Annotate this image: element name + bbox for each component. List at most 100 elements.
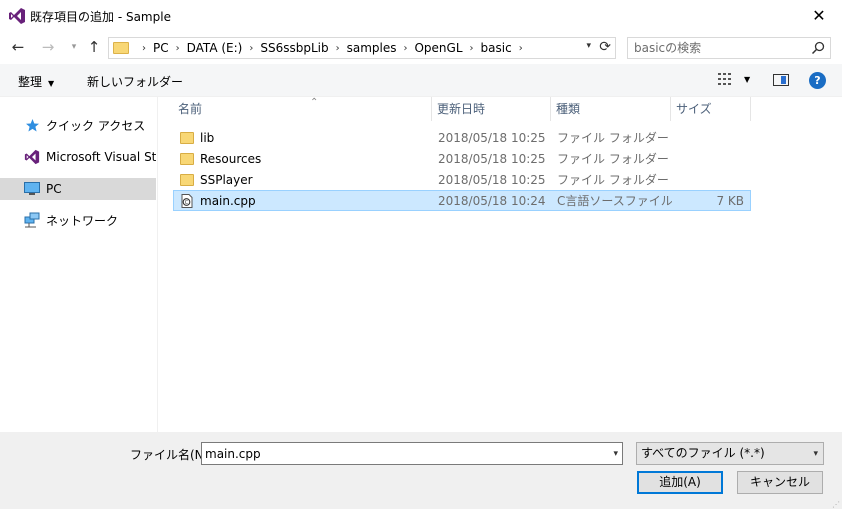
chevron-down-icon: ▼ <box>48 79 55 88</box>
preview-pane-button[interactable] <box>773 74 789 86</box>
filename-combobox[interactable]: ▾ <box>201 442 623 465</box>
recent-locations-button[interactable]: ▾ <box>64 37 84 57</box>
resize-grip-icon[interactable]: ⋰ <box>832 501 840 509</box>
visual-studio-icon <box>9 8 25 24</box>
chevron-down-icon: ▼ <box>744 74 751 84</box>
breadcrumb-opengl[interactable]: OpenGL <box>414 41 462 55</box>
chevron-right-icon[interactable]: › <box>142 43 146 54</box>
search-box[interactable] <box>627 37 831 59</box>
folder-icon <box>180 131 194 144</box>
file-type: C言語ソースファイル <box>557 194 672 208</box>
column-label: 種類 <box>556 102 581 116</box>
column-header-row: ⌃ 名前 更新日時 種類 サイズ <box>173 97 751 121</box>
breadcrumb-pc[interactable]: PC <box>153 41 169 55</box>
file-date: 2018/05/18 10:24 <box>438 193 546 208</box>
filetype-value: すべてのファイル (*.*) <box>641 446 765 460</box>
breadcrumb-samples[interactable]: samples <box>347 41 397 55</box>
network-icon <box>24 212 40 228</box>
filename-input[interactable] <box>202 443 597 464</box>
help-icon[interactable]: ? <box>809 72 826 89</box>
search-icon[interactable] <box>811 41 825 55</box>
computer-icon <box>24 181 40 197</box>
new-folder-label: 新しいフォルダー <box>87 75 184 89</box>
file-name-cell: SSPlayer <box>174 173 433 187</box>
navigation-pane: クイック アクセス Microsoft Visual Studio PC ネット… <box>0 97 158 432</box>
visual-studio-icon <box>24 149 40 165</box>
navigation-bar: ← → ▾ ↑ › PC › DATA (E:) › SS6ssbpLib › … <box>0 31 842 64</box>
cancel-button[interactable]: キャンセル <box>737 471 823 494</box>
command-toolbar: 整理 ▼ 新しいフォルダー ▼ ? <box>0 64 842 97</box>
file-type: ファイル フォルダー <box>557 173 669 187</box>
breadcrumb-basic[interactable]: basic <box>481 41 512 55</box>
organize-label: 整理 <box>18 75 43 89</box>
chevron-right-icon[interactable]: › <box>249 43 253 54</box>
file-name: Resources <box>200 151 262 166</box>
search-input[interactable] <box>634 38 804 58</box>
close-icon: ✕ <box>812 6 826 25</box>
back-button[interactable]: ← <box>8 37 28 57</box>
sidebar-item-label: PC <box>46 182 62 196</box>
close-button[interactable]: ✕ <box>796 0 842 31</box>
sidebar-item-label: ネットワーク <box>46 213 119 228</box>
chevron-down-icon: ▾ <box>813 449 818 459</box>
star-icon <box>24 117 40 133</box>
column-header-size[interactable]: サイズ <box>671 97 751 121</box>
up-button[interactable]: ↑ <box>84 37 104 57</box>
file-name-cell: lib <box>174 131 433 145</box>
filetype-select[interactable]: すべてのファイル (*.*) ▾ <box>636 442 824 465</box>
chevron-down-icon: ▾ <box>71 42 77 52</box>
cpp-file-icon: C <box>181 193 193 208</box>
breadcrumb-drive[interactable]: DATA (E:) <box>187 41 243 55</box>
sort-ascending-icon: ⌃ <box>310 97 319 108</box>
file-name: SSPlayer <box>200 172 253 187</box>
file-row[interactable]: SSPlayer 2018/05/18 10:25 ファイル フォルダー <box>173 169 751 190</box>
file-name: main.cpp <box>200 193 256 208</box>
file-date: 2018/05/18 10:25 <box>438 151 546 166</box>
chevron-right-icon[interactable]: › <box>519 43 523 54</box>
refresh-icon[interactable]: ⟳ <box>599 39 611 55</box>
column-label: 名前 <box>178 102 203 116</box>
file-name: lib <box>200 130 215 145</box>
file-type: ファイル フォルダー <box>557 152 669 166</box>
arrow-up-icon: ↑ <box>87 38 101 56</box>
arrow-left-icon: ← <box>11 38 25 56</box>
file-date: 2018/05/18 10:25 <box>438 130 546 145</box>
sidebar-item-network[interactable]: ネットワーク <box>0 209 156 231</box>
svg-text:C: C <box>185 199 189 205</box>
file-name-cell: C main.cpp <box>174 193 433 208</box>
chevron-right-icon[interactable]: › <box>336 43 340 54</box>
details-view-icon <box>718 73 731 85</box>
column-header-name[interactable]: ⌃ 名前 <box>173 97 432 121</box>
folder-icon <box>180 173 194 186</box>
sidebar-item-quick-access[interactable]: クイック アクセス <box>0 114 156 136</box>
breadcrumb-ss6ssbplib[interactable]: SS6ssbpLib <box>260 41 328 55</box>
chevron-down-icon[interactable]: ▾ <box>613 449 618 459</box>
organize-button[interactable]: 整理 ▼ <box>18 73 54 90</box>
add-button[interactable]: 追加(A) <box>637 471 723 494</box>
file-row-selected[interactable]: C main.cpp 2018/05/18 10:24 C言語ソースファイル 7… <box>173 190 751 211</box>
address-bar[interactable]: › PC › DATA (E:) › SS6ssbpLib › samples … <box>108 37 616 59</box>
folder-icon <box>180 152 194 165</box>
new-folder-button[interactable]: 新しいフォルダー <box>87 73 183 90</box>
file-size: 7 KB <box>716 193 744 208</box>
column-header-date[interactable]: 更新日時 <box>432 97 551 121</box>
file-name-cell: Resources <box>174 152 433 166</box>
folder-icon <box>113 42 129 54</box>
column-label: サイズ <box>676 102 712 116</box>
chevron-right-icon[interactable]: › <box>403 43 407 54</box>
forward-button[interactable]: → <box>38 37 58 57</box>
file-row[interactable]: Resources 2018/05/18 10:25 ファイル フォルダー <box>173 148 751 169</box>
dialog-footer: ファイル名(N): ▾ すべてのファイル (*.*) ▾ 追加(A) キャンセル… <box>0 432 842 509</box>
chevron-right-icon[interactable]: › <box>470 43 474 54</box>
file-row[interactable]: lib 2018/05/18 10:25 ファイル フォルダー <box>173 127 751 148</box>
sidebar-item-pc[interactable]: PC <box>0 178 156 200</box>
sidebar-item-visual-studio[interactable]: Microsoft Visual Studio <box>0 146 156 168</box>
chevron-right-icon[interactable]: › <box>176 43 180 54</box>
change-view-button[interactable]: ▼ <box>718 73 750 85</box>
file-date: 2018/05/18 10:25 <box>438 172 546 187</box>
file-list: ⌃ 名前 更新日時 種類 サイズ lib 2018/05/18 10:25 ファ… <box>159 97 842 432</box>
sidebar-item-label: Microsoft Visual Studio <box>46 150 156 164</box>
chevron-down-icon[interactable]: ▾ <box>586 41 591 51</box>
column-header-type[interactable]: 種類 <box>551 97 671 121</box>
file-rows: lib 2018/05/18 10:25 ファイル フォルダー Resource… <box>173 127 751 211</box>
